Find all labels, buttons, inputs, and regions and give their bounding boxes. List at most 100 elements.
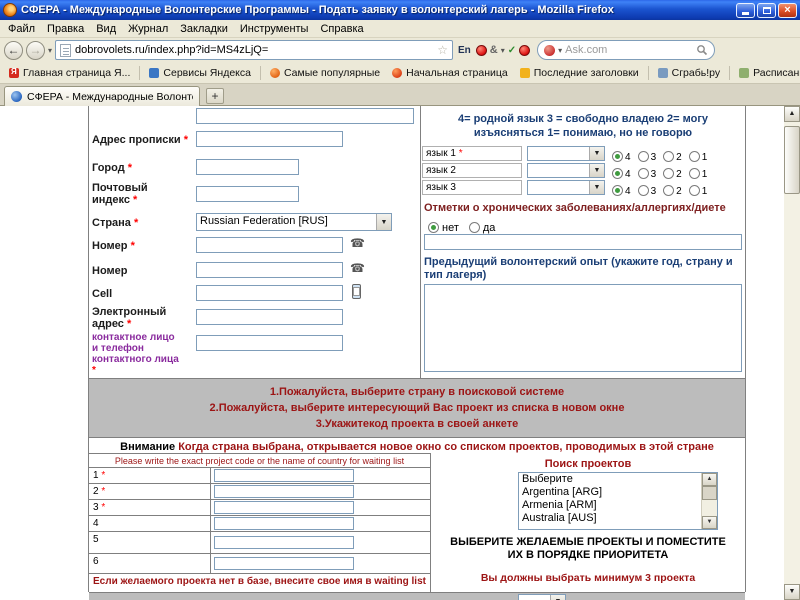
keyboard-layout-indicator[interactable]: En (456, 45, 473, 56)
listbox-scrollbar-thumb[interactable] (702, 486, 717, 500)
project-code-input-2[interactable] (214, 485, 354, 498)
language-3-select-arrow-icon[interactable]: ▼ (589, 181, 604, 194)
bookmark-item-2[interactable]: Сервисы Яндекса (144, 65, 256, 81)
scroll-down-button[interactable]: ▼ (784, 584, 800, 600)
menu-tools[interactable]: Инструменты (234, 21, 315, 37)
menu-bookmarks[interactable]: Закладки (174, 21, 234, 37)
extension-badge-icon-1[interactable] (475, 44, 487, 56)
rating-1-radio[interactable] (688, 168, 700, 179)
health-yes-radio[interactable] (468, 222, 480, 233)
search-input[interactable] (565, 44, 694, 56)
form-field-top-input[interactable] (196, 108, 414, 124)
instruction-1: 1.Пожалуйста, выберите страну в поисково… (269, 386, 565, 398)
bookmarks-separator (259, 65, 261, 80)
language-1-ratings: 4321 (612, 147, 714, 165)
bookmark-item-7[interactable]: Расписание электри... (734, 65, 800, 81)
address-bar[interactable]: dobrovolets.ru/index.php?id=MS4zLjQ= ☆ (55, 40, 454, 60)
language-1-select-arrow-icon[interactable]: ▼ (589, 147, 604, 160)
history-dropdown-icon[interactable]: ▾ (48, 46, 52, 55)
bookmark-item-1[interactable]: Главная страница Я... (4, 65, 135, 81)
vertical-scrollbar[interactable]: ▲ ▼ (784, 106, 800, 600)
email-input[interactable] (196, 309, 343, 325)
country-select[interactable]: Russian Federation [RUS] ▼ (196, 213, 392, 231)
city-input[interactable] (196, 159, 299, 175)
rating-3-radio[interactable] (637, 168, 649, 179)
bottom-select-arrow-icon[interactable]: ▼ (550, 595, 565, 600)
rating-1-radio[interactable] (688, 185, 700, 196)
extension-dropdown-icon[interactable]: ▾ (501, 46, 505, 55)
health-no-radio[interactable] (428, 222, 439, 233)
search-engine-icon[interactable] (544, 44, 556, 56)
rating-3-radio[interactable] (637, 151, 649, 162)
language-2-select[interactable]: ▼ (527, 163, 605, 178)
rating-3-radio[interactable] (637, 185, 649, 196)
search-box[interactable]: ▾ (537, 40, 716, 60)
rating-1-radio[interactable] (688, 151, 700, 162)
scroll-up-button[interactable]: ▲ (784, 106, 800, 122)
bookmark-star-icon[interactable]: ☆ (437, 44, 448, 56)
listbox-scroll-up-icon[interactable]: ▲ (702, 473, 717, 486)
rating-2-radio[interactable] (663, 168, 675, 179)
listbox-option-4[interactable]: Australia [AUS] (519, 512, 699, 525)
bookmark-item-6[interactable]: Сграбь!ру (653, 65, 725, 81)
rating-4-radio[interactable] (612, 168, 623, 179)
postal-code-input[interactable] (196, 186, 299, 202)
language-2-select-arrow-icon[interactable]: ▼ (589, 164, 604, 177)
bottom-cutoff-select[interactable]: ▼ (518, 594, 566, 600)
project-code-input-1[interactable] (214, 469, 354, 482)
listbox-scrollbar[interactable]: ▲ ▼ (701, 473, 717, 529)
scrollbar-thumb[interactable] (784, 126, 800, 194)
phone1-label: Номер * (92, 240, 135, 252)
bookmarks-separator (139, 65, 141, 80)
project-table-header: Please write the exact project code or t… (89, 453, 430, 468)
project-code-input-3[interactable] (214, 501, 354, 514)
language-3-ratings: 4321 (612, 181, 714, 199)
maximize-button[interactable] (757, 2, 776, 18)
project-code-input-4[interactable] (214, 517, 354, 530)
project-row-4: 4 (89, 516, 430, 532)
country-listbox[interactable]: Выберите Argentina [ARG] Armenia [ARM] A… (518, 472, 718, 530)
project-code-input-5[interactable] (214, 536, 354, 549)
bookmark-item-5[interactable]: Последние заголовки (515, 65, 644, 81)
listbox-option-1[interactable]: Выберите (519, 473, 699, 486)
extension-ampersand-icon[interactable]: & (490, 44, 498, 56)
rating-4-radio[interactable] (612, 185, 623, 196)
search-engine-dropdown-icon[interactable]: ▾ (558, 46, 562, 55)
magnifier-icon[interactable] (696, 44, 708, 56)
extension-check-icon[interactable]: ✓ (508, 45, 516, 56)
back-button[interactable]: ← (4, 40, 23, 60)
forward-button[interactable]: → (26, 40, 45, 60)
menu-history[interactable]: Журнал (122, 21, 174, 37)
phone1-input[interactable] (196, 237, 343, 253)
experience-textarea[interactable] (424, 284, 742, 372)
url-text[interactable]: dobrovolets.ru/index.php?id=MS4zLjQ= (75, 44, 433, 56)
phone2-input[interactable] (196, 262, 343, 278)
rating-4-radio[interactable] (612, 151, 623, 162)
bookmark-item-3[interactable]: Самые популярные (265, 65, 385, 81)
extension-badge-icon-2[interactable] (519, 44, 531, 56)
rating-2-radio[interactable] (663, 185, 675, 196)
cell-label: Cell (92, 288, 113, 300)
menu-view[interactable]: Вид (90, 21, 122, 37)
health-details-input[interactable] (424, 234, 742, 250)
rating-2-radio[interactable] (663, 151, 675, 162)
language-1-select[interactable]: ▼ (527, 146, 605, 161)
close-button[interactable]: × (778, 2, 797, 18)
menu-edit[interactable]: Правка (41, 21, 90, 37)
bookmark-item-4[interactable]: Начальная страница (387, 65, 513, 81)
minimize-button[interactable] (736, 2, 755, 18)
listbox-scroll-down-icon[interactable]: ▼ (702, 516, 717, 529)
country-select-arrow-icon[interactable]: ▼ (376, 214, 391, 230)
contact-person-input[interactable] (196, 335, 343, 351)
address-input[interactable] (196, 131, 343, 147)
tab-sfera[interactable]: СФЕРА - Международные Волонтерские П... (4, 86, 200, 106)
listbox-option-2[interactable]: Argentina [ARG] (519, 486, 699, 499)
menu-file[interactable]: Файл (2, 21, 41, 37)
project-code-input-6[interactable] (214, 557, 354, 570)
language-3-select[interactable]: ▼ (527, 180, 605, 195)
listbox-option-3[interactable]: Armenia [ARM] (519, 499, 699, 512)
project-row-3: 3 * (89, 500, 430, 516)
new-tab-button[interactable]: + (206, 88, 224, 104)
cell-input[interactable] (196, 285, 343, 301)
menu-help[interactable]: Справка (314, 21, 369, 37)
